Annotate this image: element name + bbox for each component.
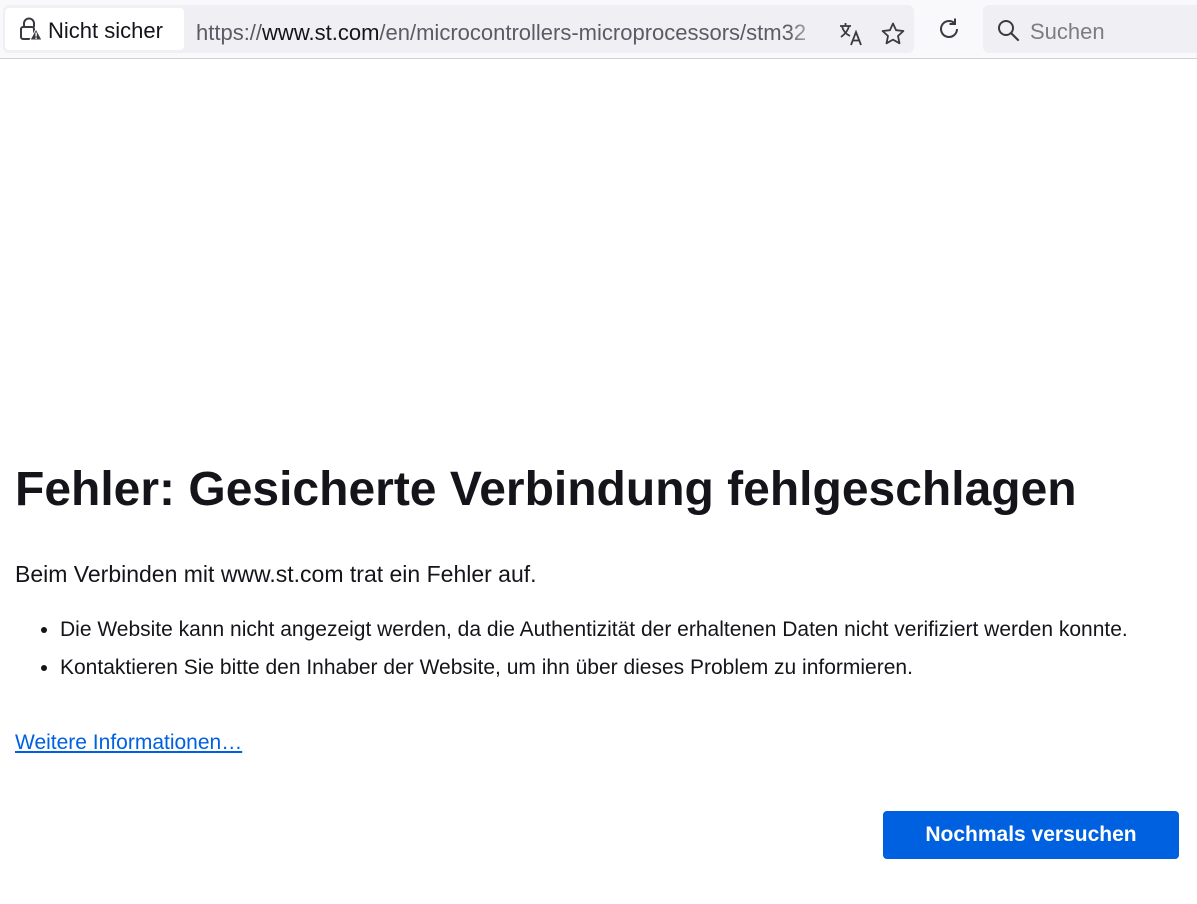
browser-toolbar: Nicht sicher https://www.st.com/en/micro… [0, 0, 1197, 59]
url-path: /en/microcontrollers-microprocessors/stm… [379, 20, 807, 45]
bookmark-button[interactable] [877, 18, 909, 50]
translate-button[interactable] [835, 18, 867, 50]
learn-more-link[interactable]: Weitere Informationen… [15, 731, 242, 755]
insecure-lock-icon [20, 17, 43, 41]
error-reason-item: Die Website kann nicht angezeigt werden,… [60, 617, 1165, 643]
error-intro: Beim Verbinden mit www.st.com trat ein F… [15, 561, 537, 587]
search-placeholder: Suchen [1030, 19, 1105, 44]
url-host: www.st.com [262, 20, 380, 45]
url-text[interactable]: https://www.st.com/en/microcontrollers-m… [196, 20, 826, 46]
identity-label: Nicht sicher [48, 18, 163, 43]
error-title: Fehler: Gesicherte Verbindung fehlgeschl… [15, 463, 1077, 516]
error-reason-item: Kontaktieren Sie bitte den Inhaber der W… [60, 655, 1165, 681]
url-prefix: https:// [196, 20, 263, 45]
translate-icon [840, 23, 862, 46]
site-identity-button[interactable]: Nicht sicher [5, 8, 184, 50]
search-field[interactable]: Suchen [983, 5, 1197, 53]
search-icon [998, 20, 1020, 42]
reload-button[interactable] [933, 13, 965, 45]
star-icon [881, 22, 905, 45]
url-bar[interactable]: Nicht sicher https://www.st.com/en/micro… [3, 5, 914, 53]
try-again-button[interactable]: Nochmals versuchen [883, 811, 1179, 859]
reload-icon [940, 18, 958, 38]
error-reasons-list: Die Website kann nicht angezeigt werden,… [15, 617, 1165, 693]
